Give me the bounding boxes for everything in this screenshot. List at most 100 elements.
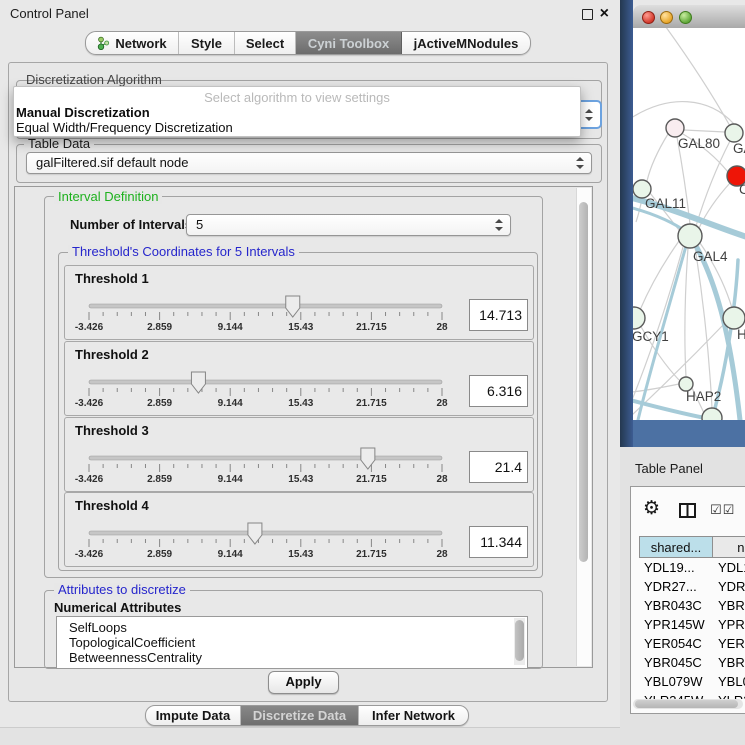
threshold-slider[interactable]: -3.4262.8599.14415.4321.71528 bbox=[81, 295, 453, 335]
threshold-slider[interactable]: -3.4262.8599.14415.4321.71528 bbox=[81, 522, 453, 562]
threshold-label: Threshold 1 bbox=[75, 271, 149, 286]
cell-name[interactable]: YLR3 bbox=[713, 691, 745, 699]
float-window-icon[interactable] bbox=[582, 9, 593, 20]
cell-shared-name[interactable]: YBR045C bbox=[639, 653, 713, 672]
threshold-panel: Threshold 3 -3.4262.8599.14415.4321.7152… bbox=[64, 417, 534, 492]
popup-item-equal-width[interactable]: Equal Width/Frequency Discretization bbox=[16, 120, 233, 135]
gear-icon[interactable]: ⚙ bbox=[643, 499, 660, 518]
svg-text:21.715: 21.715 bbox=[356, 549, 387, 560]
close-traffic-light[interactable] bbox=[642, 11, 655, 24]
node-h[interactable] bbox=[723, 307, 745, 329]
threshold-slider-thumb[interactable] bbox=[248, 523, 262, 544]
select-columns-icon[interactable]: ☑☑ bbox=[710, 503, 735, 518]
column-header-name[interactable]: name bbox=[713, 536, 745, 558]
cell-name[interactable]: YPR1 bbox=[713, 615, 745, 634]
column-header-shared-name[interactable]: shared... bbox=[639, 536, 713, 558]
thresholds-group-title: Threshold's Coordinates for 5 Intervals bbox=[68, 245, 299, 259]
table-row[interactable]: YER054CYER0 bbox=[639, 634, 745, 653]
threshold-value-box[interactable]: 6.316 bbox=[469, 375, 528, 407]
node-label: HAP2 bbox=[686, 389, 721, 404]
combo-arrows-icon bbox=[585, 109, 593, 121]
vertical-scrollbar[interactable] bbox=[576, 188, 591, 666]
node-label: GAL80 bbox=[678, 136, 720, 151]
node-bottom[interactable] bbox=[702, 408, 722, 420]
table-row[interactable]: YBL079WYBL0 bbox=[639, 672, 745, 691]
tab-select[interactable]: Select bbox=[235, 32, 296, 54]
cell-shared-name[interactable]: YPR145W bbox=[639, 615, 713, 634]
tab-infer-network[interactable]: Infer Network bbox=[359, 706, 468, 725]
tab-style[interactable]: Style bbox=[179, 32, 235, 54]
svg-text:15.43: 15.43 bbox=[288, 474, 313, 485]
cyni-bottom-tabbar: Impute Data Discretize Data Infer Networ… bbox=[145, 705, 469, 726]
tab-discretize-data[interactable]: Discretize Data bbox=[241, 706, 359, 725]
svg-text:28: 28 bbox=[436, 398, 448, 409]
number-of-intervals-combo[interactable]: 5 bbox=[186, 214, 511, 236]
threshold-slider-thumb[interactable] bbox=[286, 296, 300, 317]
node-top-right[interactable] bbox=[725, 124, 743, 142]
table-data-combo[interactable]: galFiltered.sif default node bbox=[26, 152, 592, 174]
window-bottom-strip bbox=[0, 727, 620, 745]
cell-name[interactable]: YDR2 bbox=[713, 577, 745, 596]
table-row[interactable]: YBR045CYBR0 bbox=[639, 653, 745, 672]
table-row[interactable]: YDL19...YDL1 bbox=[639, 558, 745, 577]
attribute-list-item[interactable]: TopologicalCoefficient bbox=[57, 635, 527, 650]
network-window-titlebar[interactable] bbox=[633, 5, 745, 29]
network-view-canvas[interactable]: GAL80GACGAL11GAL4GCY1HHAP2 bbox=[633, 28, 745, 420]
svg-text:21.715: 21.715 bbox=[356, 322, 387, 333]
threshold-value-box[interactable]: 21.4 bbox=[469, 451, 528, 483]
svg-text:9.144: 9.144 bbox=[218, 398, 243, 409]
svg-text:9.144: 9.144 bbox=[218, 474, 243, 485]
threshold-slider-thumb[interactable] bbox=[361, 448, 375, 469]
tab-cyni-toolbox[interactable]: Cyni Toolbox bbox=[296, 32, 402, 54]
node-gal4[interactable] bbox=[678, 224, 702, 248]
close-icon[interactable]: × bbox=[600, 8, 609, 20]
attributes-group-title: Attributes to discretize bbox=[54, 583, 190, 597]
svg-text:28: 28 bbox=[436, 474, 448, 485]
cell-name[interactable]: YBL0 bbox=[713, 672, 745, 691]
attribute-list-item[interactable]: SelfLoops bbox=[57, 620, 527, 635]
threshold-value-box[interactable]: 14.713 bbox=[469, 299, 528, 331]
cell-name[interactable]: YER0 bbox=[713, 634, 745, 653]
table-row[interactable]: YPR145WYPR1 bbox=[639, 615, 745, 634]
svg-text:-3.426: -3.426 bbox=[75, 322, 104, 333]
table-row[interactable]: YLR345WYLR3 bbox=[639, 691, 745, 699]
cell-shared-name[interactable]: YDL19... bbox=[639, 558, 713, 577]
zoom-traffic-light[interactable] bbox=[679, 11, 692, 24]
tab-jactivemnodules[interactable]: jActiveMNodules bbox=[402, 32, 530, 54]
numerical-attributes-list[interactable]: SelfLoopsTopologicalCoefficientBetweenne… bbox=[56, 616, 528, 669]
control-panel-tabbar: Network Style Select Cyni Toolbox jActiv… bbox=[85, 31, 531, 55]
attribute-list-item[interactable]: BetweennessCentrality bbox=[57, 650, 527, 665]
node-gcy1[interactable] bbox=[633, 307, 645, 329]
threshold-slider-thumb[interactable] bbox=[191, 372, 205, 393]
vertical-scrollbar-thumb[interactable] bbox=[579, 202, 588, 562]
cell-name[interactable]: YBR0 bbox=[713, 596, 745, 615]
minimize-traffic-light[interactable] bbox=[660, 11, 673, 24]
tab-impute-data[interactable]: Impute Data bbox=[146, 706, 241, 725]
cell-name[interactable]: YDL1 bbox=[713, 558, 745, 577]
threshold-value-box[interactable]: 11.344 bbox=[469, 526, 528, 558]
popup-item-manual-discretization[interactable]: Manual Discretization bbox=[16, 105, 150, 120]
table-row[interactable]: YDR27...YDR2 bbox=[639, 577, 745, 596]
table-horizontal-scrollbar-thumb[interactable] bbox=[635, 700, 738, 708]
cell-shared-name[interactable]: YER054C bbox=[639, 634, 713, 653]
cell-name[interactable]: YBR0 bbox=[713, 653, 745, 672]
node-gal80[interactable] bbox=[666, 119, 684, 137]
tab-network-label: Network bbox=[115, 36, 166, 51]
node-label: GCY1 bbox=[633, 329, 669, 344]
cell-shared-name[interactable]: YDR27... bbox=[639, 577, 713, 596]
cell-shared-name[interactable]: YLR345W bbox=[639, 691, 713, 699]
table-row[interactable]: YBR043CYBR0 bbox=[639, 596, 745, 615]
apply-button[interactable]: Apply bbox=[268, 671, 339, 694]
threshold-slider[interactable]: -3.4262.8599.14415.4321.71528 bbox=[81, 371, 453, 411]
svg-text:-3.426: -3.426 bbox=[75, 474, 104, 485]
threshold-label: Threshold 3 bbox=[75, 423, 149, 438]
attributes-scrollbar-thumb[interactable] bbox=[515, 620, 524, 661]
svg-text:2.859: 2.859 bbox=[147, 322, 172, 333]
cell-shared-name[interactable]: YBR043C bbox=[639, 596, 713, 615]
split-columns-icon[interactable] bbox=[679, 503, 696, 518]
tab-network[interactable]: Network bbox=[86, 32, 179, 54]
threshold-slider[interactable]: -3.4262.8599.14415.4321.71528 bbox=[81, 447, 453, 487]
table-horizontal-scrollbar[interactable] bbox=[633, 699, 743, 709]
attributes-scrollbar[interactable] bbox=[514, 618, 525, 665]
cell-shared-name[interactable]: YBL079W bbox=[639, 672, 713, 691]
